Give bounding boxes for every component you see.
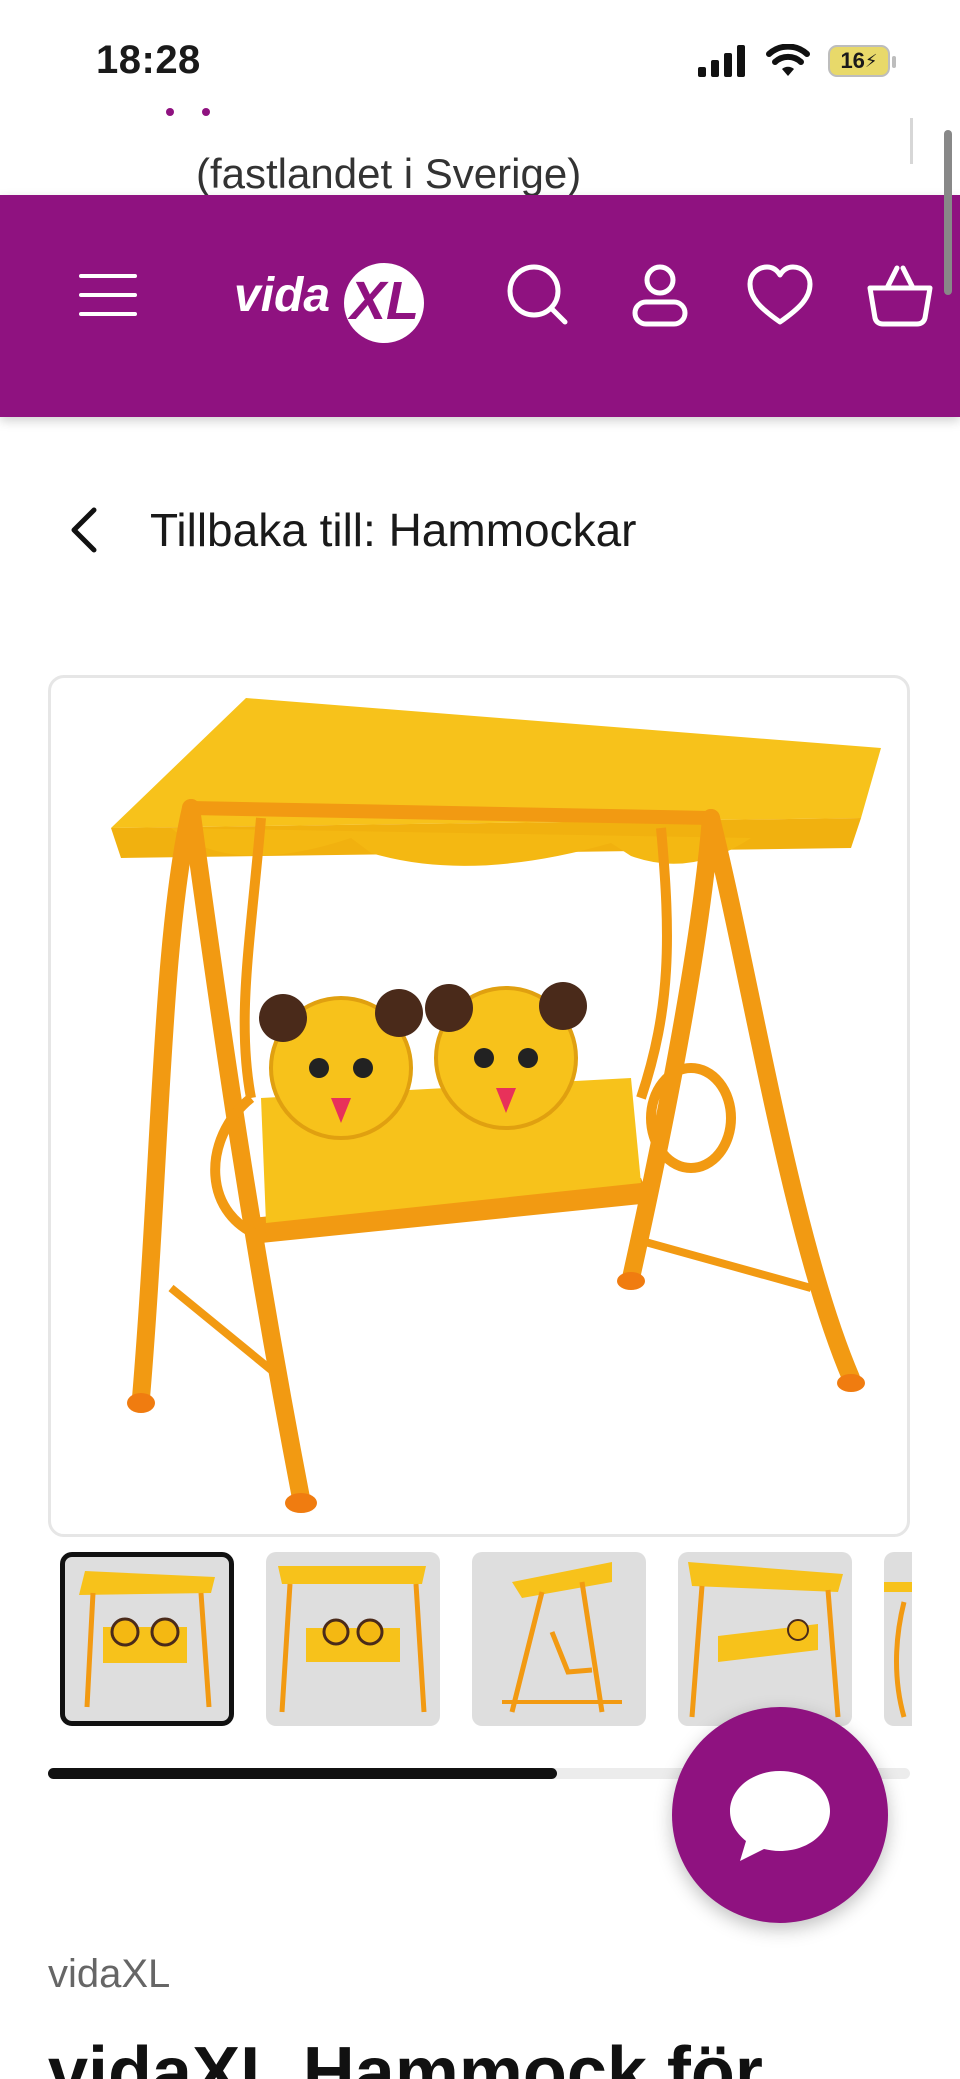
- battery-level: 16: [840, 48, 865, 73]
- site-header: vida XL: [0, 195, 960, 417]
- basket-button[interactable]: [860, 255, 940, 335]
- thumbnail-1-image: [79, 1571, 215, 1708]
- account-button[interactable]: [620, 255, 700, 335]
- account-icon: [632, 264, 688, 327]
- status-icons: 16 ⚡: [698, 44, 896, 78]
- menu-button[interactable]: [68, 255, 148, 335]
- back-link[interactable]: Tillbaka till: Hammockar: [60, 495, 637, 565]
- back-link-label: Tillbaka till: Hammockar: [150, 504, 637, 556]
- announcement-decoration-icon: [166, 108, 210, 116]
- thumbnail-4[interactable]: [678, 1552, 852, 1726]
- thumbnail-strip: [60, 1550, 912, 1730]
- thumbnail-2-image: [278, 1566, 427, 1713]
- search-icon: [507, 264, 568, 325]
- status-bar: 18:28 16 ⚡: [0, 0, 960, 120]
- thumbnail-1[interactable]: [60, 1552, 234, 1726]
- page-scrollbar[interactable]: [944, 130, 952, 295]
- battery-indicator: 16 ⚡: [828, 45, 896, 77]
- thumbnail-4-image: [688, 1562, 843, 1718]
- wifi-icon: [766, 44, 810, 76]
- vidaxl-logo-mark: vida XL: [234, 263, 424, 343]
- heart-icon: [747, 264, 813, 325]
- thumbnail-2[interactable]: [266, 1552, 440, 1726]
- thumbnail-5-image: [884, 1582, 912, 1718]
- thumbnail-3-image: [502, 1562, 622, 1713]
- announcement-text: (fastlandet i Sverige): [196, 150, 582, 197]
- chat-button[interactable]: [672, 1707, 888, 1923]
- thumbnail-5[interactable]: [884, 1552, 912, 1726]
- gallery-scroll-progress: [48, 1768, 557, 1779]
- product-page: 18:28 16 ⚡ (fastlandet i Sverige) vida X…: [0, 0, 960, 2079]
- thumbnail-3[interactable]: [472, 1552, 646, 1726]
- announcement-bar: (fastlandet i Sverige): [0, 110, 960, 197]
- charging-bolt-icon: ⚡: [864, 50, 878, 71]
- search-button[interactable]: [498, 255, 578, 335]
- svg-text:vida: vida: [234, 269, 330, 322]
- swing-product-illustration: [111, 698, 881, 1513]
- svg-text:XL: XL: [347, 271, 419, 331]
- wishlist-button[interactable]: [740, 255, 820, 335]
- chevron-left-icon: [71, 507, 97, 553]
- product-main-image[interactable]: [48, 675, 910, 1537]
- status-time: 18:28: [96, 38, 201, 82]
- announcement-divider: [910, 118, 913, 164]
- menu-icon: [79, 274, 137, 316]
- cellular-signal-icon: [698, 45, 745, 77]
- product-brand[interactable]: vidaXL: [48, 1952, 170, 1997]
- basket-icon: [867, 265, 933, 327]
- chat-bubble-icon: [730, 1771, 830, 1861]
- product-title: vidaXL Hammock för: [48, 2033, 763, 2079]
- vidaxl-logo[interactable]: vida XL: [232, 255, 432, 345]
